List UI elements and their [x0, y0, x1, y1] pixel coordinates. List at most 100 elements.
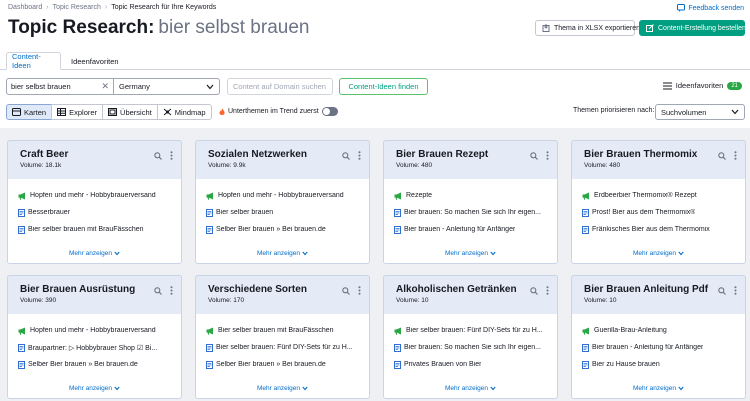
- more-vertical-icon[interactable]: [358, 286, 361, 295]
- headline-item[interactable]: Privates Brauen von Bier: [394, 356, 547, 373]
- prioritize-select[interactable]: Suchvolumen: [655, 104, 745, 120]
- show-more-link[interactable]: Mehr anzeigen: [8, 250, 181, 257]
- headline-item[interactable]: Rezepte: [394, 187, 547, 204]
- show-more-link[interactable]: Mehr anzeigen: [384, 250, 557, 257]
- topic-card-actions: [718, 286, 737, 295]
- headline-item[interactable]: Braupartner: ▷ Hobbybrauer Shop ☑ Bi...: [18, 339, 171, 356]
- view-mindmap-label: Mindmap: [174, 107, 206, 117]
- document-icon: [582, 225, 589, 234]
- search-icon[interactable]: [530, 286, 538, 295]
- page-title: Topic Research: bier selbst brauen: [8, 17, 309, 39]
- more-vertical-icon[interactable]: [734, 286, 737, 295]
- search-icon[interactable]: [154, 286, 162, 295]
- cards-icon: [12, 108, 21, 116]
- document-icon: [18, 208, 25, 217]
- headline-text: Bier selber brauen mit BrauFässchen: [218, 327, 334, 334]
- headline-item[interactable]: Prost! Bier aus dem Thermomix®: [582, 204, 735, 221]
- topic-card-header: Craft Beer Volume: 18.1k: [8, 141, 181, 179]
- headline-item[interactable]: Guerilla-Brau-Anleitung: [582, 322, 735, 339]
- show-more-link[interactable]: Mehr anzeigen: [196, 250, 369, 257]
- show-more-link[interactable]: Mehr anzeigen: [384, 385, 557, 392]
- headline-item[interactable]: Hopfen und mehr - Hobbybrauerversand: [206, 187, 359, 204]
- headline-item[interactable]: Erdbeerbier Thermomix® Rezept: [582, 187, 735, 204]
- trending-toggle[interactable]: [321, 107, 338, 116]
- headline-item[interactable]: Fränkisches Bier aus dem Thermomix: [582, 221, 735, 238]
- headline-item[interactable]: Hopfen und mehr - Hobbybrauerversand: [18, 187, 171, 204]
- search-icon[interactable]: [154, 151, 162, 160]
- view-overview-button[interactable]: Übersicht: [102, 104, 158, 120]
- view-cards-button[interactable]: Karten: [6, 104, 53, 120]
- headline-item[interactable]: Bier zu Hause brauen: [582, 356, 735, 373]
- headline-item[interactable]: Bier brauen - Anleitung für Anfänger: [394, 221, 547, 238]
- flame-icon: [219, 107, 225, 116]
- search-icon[interactable]: [718, 286, 726, 295]
- more-vertical-icon[interactable]: [170, 151, 173, 160]
- headline-item[interactable]: Bier selber brauen: [206, 204, 359, 221]
- headline-item[interactable]: Bier selber brauen mit BrauFässchen: [18, 221, 171, 238]
- find-ideas-button[interactable]: Content-Ideen finden: [339, 78, 428, 95]
- search-icon[interactable]: [718, 151, 726, 160]
- clear-icon[interactable]: ✕: [101, 81, 109, 92]
- search-icon[interactable]: [342, 151, 350, 160]
- search-input[interactable]: bier selbst brauen ✕: [6, 78, 114, 95]
- headline-text: Bier brauen: So machen Sie sich Ihr eige…: [404, 209, 541, 216]
- megaphone-icon: [18, 327, 27, 335]
- export-icon: [542, 24, 550, 32]
- chevron-down-icon: [678, 251, 684, 256]
- view-mindmap-button[interactable]: Mindmap: [156, 104, 212, 120]
- search-icon[interactable]: [342, 286, 350, 295]
- topic-card: Bier Brauen Anleitung Pdf Volume: 10 Gue…: [571, 275, 746, 399]
- more-vertical-icon[interactable]: [170, 286, 173, 295]
- show-more-link[interactable]: Mehr anzeigen: [572, 250, 745, 257]
- document-icon: [582, 360, 589, 369]
- headline-text: Bier selber brauen mit BrauFässchen: [28, 226, 144, 233]
- topic-card-actions: [154, 286, 173, 295]
- headline-item[interactable]: Selber Bier brauen » Bei brauen.de: [206, 221, 359, 238]
- country-select[interactable]: Germany: [113, 78, 220, 95]
- document-icon: [206, 208, 213, 217]
- headline-text: Selber Bier brauen » Bei brauen.de: [216, 226, 326, 233]
- tab-idea-favorites[interactable]: Ideenfavoriten: [66, 52, 124, 70]
- megaphone-icon: [582, 327, 591, 335]
- order-content-button[interactable]: Content-Erstellung bestellen: [639, 20, 746, 36]
- topic-card-body: Bier selber brauen mit BrauFässchen Bier…: [196, 314, 369, 398]
- headline-item[interactable]: Bier brauen - Anleitung für Anfänger: [582, 339, 735, 356]
- show-more-label: Mehr anzeigen: [633, 385, 676, 392]
- more-vertical-icon[interactable]: [734, 151, 737, 160]
- export-xlsx-button[interactable]: Thema in XLSX exportieren: [535, 20, 640, 36]
- favorites-link[interactable]: Ideenfavoriten 21: [662, 81, 742, 90]
- headline-item[interactable]: Bier selber brauen mit BrauFässchen: [206, 322, 359, 339]
- tab-content-ideas[interactable]: Content-Ideen: [6, 52, 61, 70]
- breadcrumb-topic-research[interactable]: Topic Research: [53, 4, 101, 11]
- domain-search-input[interactable]: Content auf Domain suchen: [227, 78, 333, 95]
- topic-card-title: Verschiedene Sorten: [208, 284, 307, 295]
- more-vertical-icon[interactable]: [358, 151, 361, 160]
- breadcrumb-separator: ›: [46, 4, 49, 11]
- show-more-link[interactable]: Mehr anzeigen: [8, 385, 181, 392]
- headline-item[interactable]: Bier brauen: So machen Sie sich Ihr eige…: [394, 339, 547, 356]
- show-more-label: Mehr anzeigen: [257, 385, 300, 392]
- more-vertical-icon[interactable]: [546, 286, 549, 295]
- view-explorer-button[interactable]: Explorer: [51, 104, 104, 120]
- search-icon[interactable]: [530, 151, 538, 160]
- headline-item[interactable]: Bier selber brauen: Fünf DIY-Sets für zu…: [206, 339, 359, 356]
- breadcrumb-separator: ›: [104, 4, 108, 11]
- breadcrumb-dashboard[interactable]: Dashboard: [8, 4, 42, 11]
- feedback-link[interactable]: Feedback senden: [677, 4, 744, 12]
- topic-card-header: Bier Brauen Anleitung Pdf Volume: 10: [572, 276, 745, 314]
- headline-item[interactable]: Bier selber brauen: Fünf DIY-Sets für zu…: [394, 322, 547, 339]
- headline-item[interactable]: Selber Bier brauen » Bei brauen.de: [206, 356, 359, 373]
- show-more-link[interactable]: Mehr anzeigen: [196, 385, 369, 392]
- show-more-label: Mehr anzeigen: [445, 250, 488, 257]
- topic-card-header: Alkoholischen Getränken Volume: 10: [384, 276, 557, 314]
- headline-item[interactable]: Hopfen und mehr - Hobbybrauerversand: [18, 322, 171, 339]
- headline-item[interactable]: Besserbrauer: [18, 204, 171, 221]
- headline-item[interactable]: Bier brauen: So machen Sie sich Ihr eige…: [394, 204, 547, 221]
- show-more-link[interactable]: Mehr anzeigen: [572, 385, 745, 392]
- chevron-down-icon: [731, 109, 739, 115]
- more-vertical-icon[interactable]: [546, 151, 549, 160]
- topic-card-title: Alkoholischen Getränken: [396, 284, 517, 295]
- document-icon: [18, 225, 25, 234]
- headline-item[interactable]: Selber Bier brauen » Bei brauen.de: [18, 356, 171, 373]
- show-more-label: Mehr anzeigen: [69, 385, 112, 392]
